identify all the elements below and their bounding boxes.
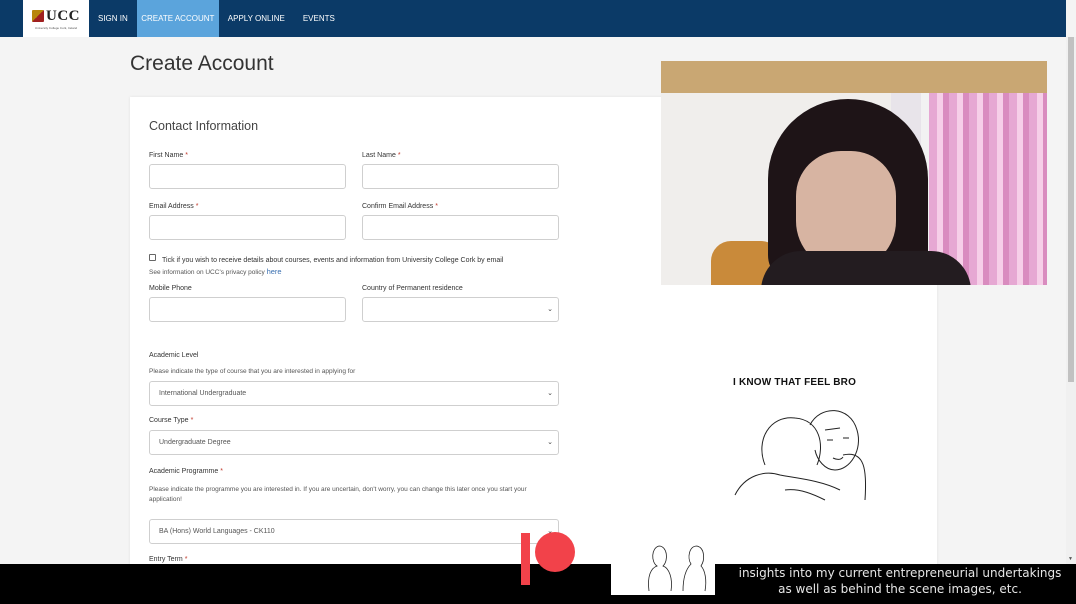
confirm-email-input[interactable] bbox=[362, 215, 559, 240]
country-select[interactable]: ⌄ bbox=[362, 297, 559, 322]
ucc-logo[interactable]: UCC University College Cork, Ireland bbox=[23, 0, 89, 37]
page-scrollbar[interactable]: ▼ bbox=[1066, 37, 1076, 564]
logo-text: UCC bbox=[46, 7, 80, 24]
email-label: Email Address * bbox=[149, 203, 199, 210]
academic-programme-label: Academic Programme * bbox=[149, 468, 223, 475]
nav-sign-in[interactable]: Sign In bbox=[89, 0, 137, 37]
privacy-policy-link[interactable]: here bbox=[267, 267, 282, 276]
academic-level-help: Please indicate the type of course that … bbox=[149, 368, 356, 375]
figures-drawing-icon bbox=[648, 545, 707, 592]
entry-term-label: Entry Term * bbox=[149, 556, 188, 563]
nav-create-account[interactable]: Create Account bbox=[136, 0, 219, 37]
email-opt-in-checkbox[interactable] bbox=[149, 254, 156, 261]
academic-level-select[interactable]: International Undergraduate ⌄ bbox=[149, 381, 559, 406]
chevron-down-icon: ⌄ bbox=[547, 306, 553, 313]
chevron-down-icon: ⌄ bbox=[547, 439, 553, 446]
course-type-select[interactable]: Undergraduate Degree ⌄ bbox=[149, 430, 559, 455]
course-type-label: Course Type * bbox=[149, 417, 194, 424]
top-navigation: UCC University College Cork, Ireland Sig… bbox=[0, 0, 1066, 37]
academic-level-label: Academic Level bbox=[149, 352, 199, 359]
academic-programme-help: Please indicate the programme you are in… bbox=[149, 486, 527, 503]
webcam-overlay bbox=[661, 61, 1047, 285]
mobile-phone-input[interactable] bbox=[149, 297, 346, 322]
privacy-policy-text: See information on UCC's privacy policy … bbox=[149, 267, 282, 276]
hug-drawing-icon bbox=[734, 410, 867, 501]
meme-figures-image bbox=[611, 536, 715, 595]
page-title: Create Account bbox=[130, 52, 274, 75]
logo-subtitle: University College Cork, Ireland bbox=[34, 25, 78, 30]
nav-menu: Sign In Create Account Apply Online Even… bbox=[89, 0, 344, 37]
nav-apply-online[interactable]: Apply Online bbox=[219, 0, 294, 37]
video-subtitle: insights into my current entrepreneurial… bbox=[738, 566, 1062, 596]
confirm-email-label: Confirm Email Address * bbox=[362, 203, 438, 210]
crest-icon bbox=[32, 10, 44, 22]
scrollbar-thumb[interactable] bbox=[1068, 37, 1074, 382]
mobile-phone-label: Mobile Phone bbox=[149, 285, 192, 292]
meme-image: I KNOW THAT FEEL BRO bbox=[725, 370, 875, 510]
first-name-input[interactable] bbox=[149, 164, 346, 189]
scroll-down-arrow-icon[interactable]: ▼ bbox=[1068, 556, 1073, 562]
nav-events[interactable]: Events bbox=[294, 0, 344, 37]
email-opt-in-label: Tick if you wish to receive details abou… bbox=[162, 257, 504, 264]
section-title-contact: Contact Information bbox=[149, 119, 259, 133]
last-name-input[interactable] bbox=[362, 164, 559, 189]
patreon-logo-circle-icon bbox=[535, 532, 575, 572]
country-label: Country of Permanent residence bbox=[362, 285, 463, 292]
academic-programme-select[interactable]: BA (Hons) World Languages - CK110 ⌄ bbox=[149, 519, 559, 544]
chevron-down-icon: ⌄ bbox=[547, 390, 553, 397]
email-input[interactable] bbox=[149, 215, 346, 240]
last-name-label: Last Name * bbox=[362, 152, 401, 159]
patreon-logo-bar-icon bbox=[521, 533, 530, 585]
first-name-label: First Name * bbox=[149, 152, 188, 159]
